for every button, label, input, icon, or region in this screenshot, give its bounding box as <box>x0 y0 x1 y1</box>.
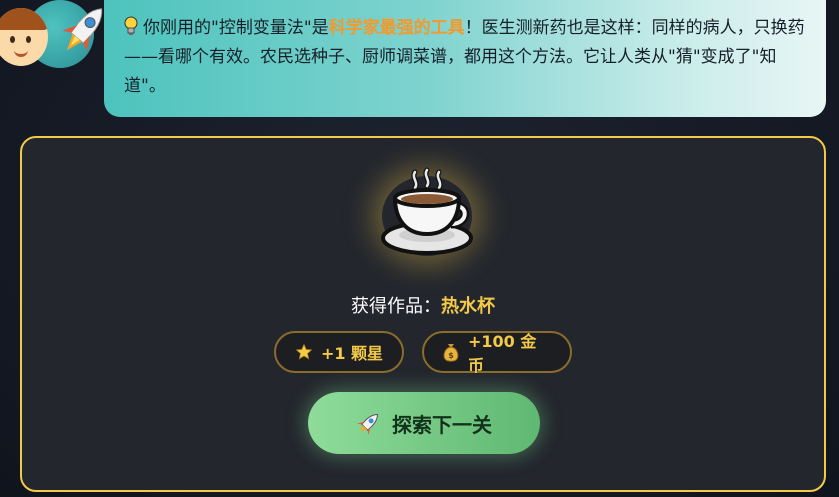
tip-message: 你刚用的"控制变量法"是科学家最强的工具！医生测新药也是这样：同样的病人，只换药… <box>124 14 810 101</box>
avatar-group <box>0 0 110 75</box>
lightbulb-icon <box>124 16 138 35</box>
reward-chips: +1 颗星 $ +100 金币 <box>22 331 824 375</box>
hot-cup-icon <box>381 167 473 255</box>
rocket-avatar-icon <box>62 8 103 52</box>
reward-panel: 获得作品：热水杯 +1 颗星 $ +100 金币 探索下一关 <box>20 136 826 492</box>
money-bag-icon: $ <box>443 344 459 362</box>
reward-caption: 获得作品：热水杯 <box>22 292 824 318</box>
rocket-icon <box>356 414 378 436</box>
tip-highlight: 科学家最强的工具 <box>328 18 465 38</box>
reward-label: 获得作品： <box>351 296 441 317</box>
svg-text:$: $ <box>448 351 454 360</box>
explore-next-level-button[interactable]: 探索下一关 <box>308 392 540 454</box>
explore-next-level-label: 探索下一关 <box>392 412 492 437</box>
tip-text-part1: 你刚用的"控制变量法"是 <box>143 18 329 38</box>
star-reward-badge: +1 颗星 <box>274 331 404 373</box>
reward-item-name: 热水杯 <box>441 296 495 317</box>
star-reward-text: +1 颗星 <box>320 344 384 363</box>
tip-bubble: 你刚用的"控制变量法"是科学家最强的工具！医生测新药也是这样：同样的病人，只换药… <box>104 0 826 117</box>
coin-reward-badge: $ +100 金币 <box>422 331 572 375</box>
reward-item <box>377 166 477 261</box>
coin-reward-text: +100 金币 <box>467 332 537 375</box>
star-icon <box>295 343 313 360</box>
